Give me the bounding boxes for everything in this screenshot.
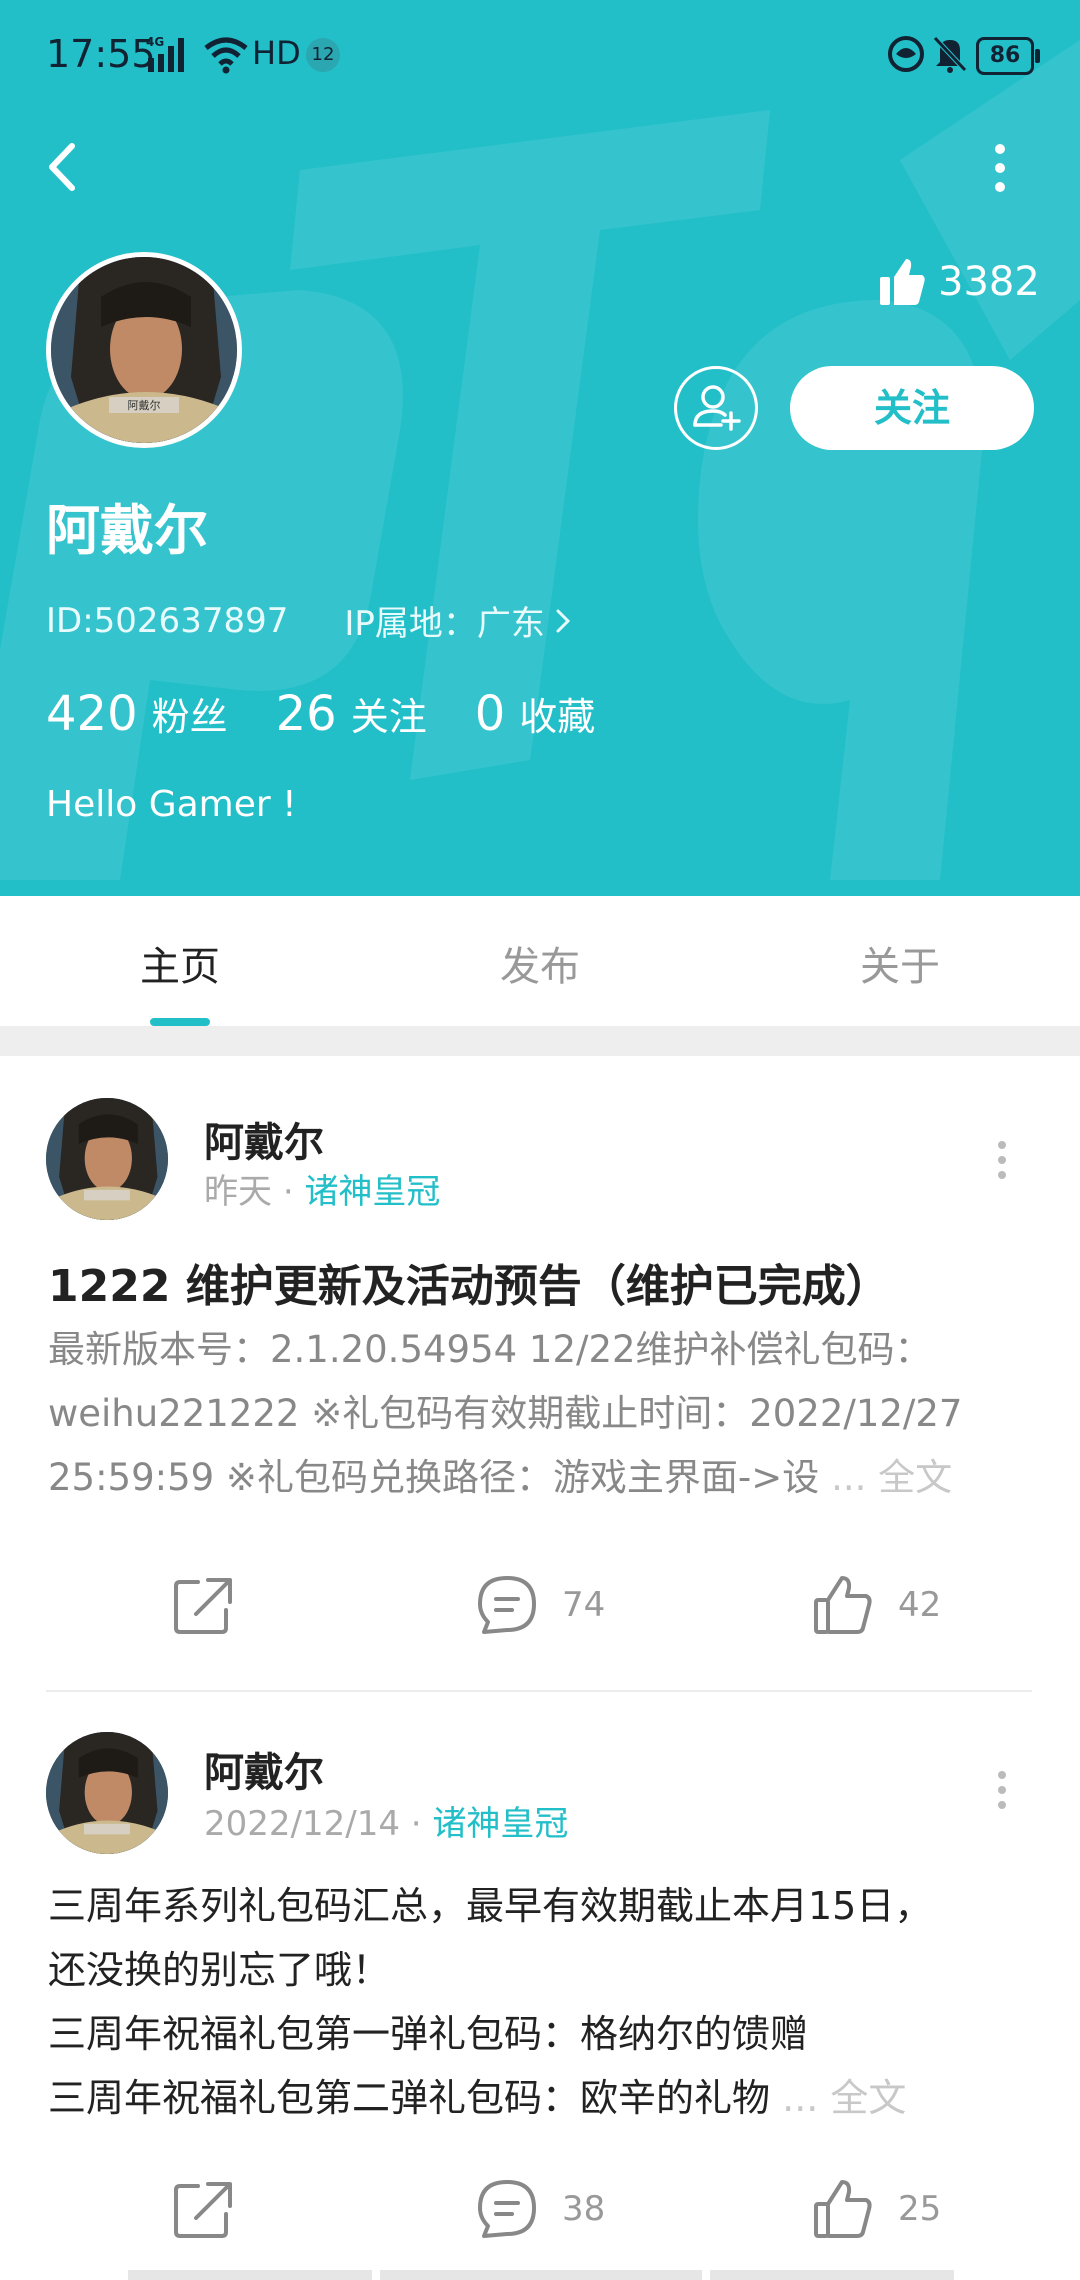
- add-friend-button[interactable]: [674, 366, 758, 450]
- post-actions: 38 25: [0, 2178, 1080, 2248]
- svg-text:4G: 4G: [146, 35, 164, 49]
- post-time: 2022/12/14: [204, 1804, 400, 1844]
- chevron-right-icon: [556, 609, 571, 632]
- like-count: 42: [898, 1585, 942, 1625]
- excerpt-line: 最新版本号：2.1.20.54954 12/22维护补偿礼包码：: [48, 1328, 932, 1371]
- share-button[interactable]: [172, 2178, 234, 2240]
- comment-button[interactable]: 38: [476, 2178, 605, 2240]
- status-bar: 17:55 4G HD 12 86: [0, 0, 1080, 110]
- post-avatar[interactable]: [46, 1098, 168, 1220]
- tab-home[interactable]: 主页: [140, 934, 220, 992]
- tab-active-indicator: [150, 1018, 210, 1026]
- excerpt-line: 25:59:59 ※礼包码兑换路径：游戏主界面->设 ... 全文: [48, 1456, 953, 1499]
- ip-location-link[interactable]: IP属地：广东: [344, 596, 571, 645]
- wifi-icon: [204, 37, 248, 74]
- like-count: 25: [898, 2189, 942, 2229]
- wifi-label: HD: [252, 34, 301, 72]
- post-author[interactable]: 阿戴尔: [204, 1740, 324, 1798]
- excerpt-line: 三周年祝福礼包第二弹礼包码：欧辛的礼物 ... 全文: [48, 2076, 907, 2120]
- status-time: 17:55: [46, 32, 156, 76]
- profile-avatar[interactable]: 阿戴尔: [46, 252, 242, 448]
- bottom-nav-hint: [380, 2270, 702, 2280]
- like-button[interactable]: 42: [812, 1574, 941, 1636]
- more-vertical-icon[interactable]: [996, 1140, 1008, 1180]
- comment-icon: [478, 1576, 536, 1634]
- comment-count: 74: [562, 1585, 606, 1625]
- post-time: 昨天: [204, 1172, 272, 1212]
- more-vertical-icon[interactable]: [988, 142, 1012, 194]
- post-title[interactable]: 1222 维护更新及活动预告（维护已完成）: [48, 1250, 890, 1314]
- post-excerpt[interactable]: 三周年系列礼包码汇总，最早有效期截止本月15日， 还没换的别忘了哦！ 三周年祝福…: [48, 1874, 1038, 2130]
- avatar-portrait-image: [46, 1098, 168, 1220]
- battery-indicator: 86: [976, 37, 1040, 75]
- meta-separator: ·: [410, 1804, 422, 1844]
- profile-stats: 420 粉丝 26 关注 0 收藏: [46, 686, 629, 742]
- thumbs-up-icon: [880, 259, 925, 305]
- post-meta: 昨天 · 诸神皇冠: [204, 1164, 440, 1213]
- share-icon: [174, 1578, 232, 1634]
- comment-icon: [478, 2180, 536, 2238]
- profile-name: 阿戴尔: [46, 499, 208, 562]
- post-topic[interactable]: 诸神皇冠: [432, 1804, 568, 1844]
- profile-id-row: ID:502637897 IP属地：广东: [46, 596, 571, 645]
- share-button[interactable]: [172, 1574, 234, 1636]
- cellular-signal-icon: 4G: [146, 35, 184, 72]
- post-author[interactable]: 阿戴尔: [204, 1110, 324, 1168]
- profile-header: 17:55 4G HD 12 86 阿戴尔 3382 关注 阿戴尔 ID:502…: [0, 0, 1080, 896]
- avatar-portrait-image: 阿戴尔: [51, 257, 237, 443]
- comment-button[interactable]: 74: [476, 1574, 605, 1636]
- thumbs-up-icon: [814, 1576, 872, 1634]
- favorites-label[interactable]: 收藏: [519, 686, 595, 741]
- post-actions: 74 42: [0, 1574, 1080, 1644]
- following-count[interactable]: 26: [276, 686, 337, 742]
- follow-button[interactable]: 关注: [790, 366, 1034, 450]
- user-id: ID:502637897: [46, 600, 289, 641]
- tab-posts[interactable]: 发布: [500, 934, 580, 992]
- post-card[interactable]: 阿戴尔 昨天 · 诸神皇冠 1222 维护更新及活动预告（维护已完成） 最新版本…: [0, 1056, 1080, 1692]
- like-button[interactable]: 25: [812, 2178, 941, 2240]
- more-vertical-icon[interactable]: [996, 1770, 1008, 1810]
- ip-location: IP属地：广东: [344, 604, 545, 644]
- post-meta: 2022/12/14 · 诸神皇冠: [204, 1796, 568, 1845]
- post-avatar[interactable]: [46, 1732, 168, 1854]
- excerpt-line: weihu221222 ※礼包码有效期截止时间：2022/12/27: [48, 1392, 963, 1435]
- post-card[interactable]: 阿戴尔 2022/12/14 · 诸神皇冠 三周年系列礼包码汇总，最早有效期截止…: [0, 1690, 1080, 2280]
- followers-count[interactable]: 420: [46, 686, 138, 742]
- read-more-link[interactable]: ... 全文: [831, 1456, 952, 1499]
- excerpt-line: 三周年系列礼包码汇总，最早有效期截止本月15日，: [48, 1884, 933, 1928]
- favorites-count[interactable]: 0: [475, 686, 506, 742]
- comment-count: 38: [562, 2189, 606, 2229]
- back-arrow-icon[interactable]: [44, 142, 84, 192]
- profile-tabs: 主页 发布 关于: [0, 896, 1080, 1026]
- notification-count-badge: 12: [306, 38, 340, 72]
- likes-count: 3382: [938, 259, 1040, 305]
- add-friend-icon: [693, 385, 741, 431]
- avatar-portrait-image: [46, 1732, 168, 1854]
- svg-text:阿戴尔: 阿戴尔: [128, 398, 161, 412]
- thumbs-up-icon: [814, 2180, 872, 2238]
- tab-about[interactable]: 关于: [860, 934, 940, 992]
- bottom-nav-hint: [710, 2270, 954, 2280]
- mute-icon: [933, 36, 967, 73]
- section-divider: [0, 1026, 1080, 1056]
- excerpt-line: 还没换的别忘了哦！: [48, 1948, 391, 1992]
- profile-bio: Hello Gamer !: [46, 784, 297, 825]
- followers-label[interactable]: 粉丝: [152, 686, 228, 741]
- meta-separator: ·: [282, 1172, 294, 1212]
- profile-likes: 3382: [878, 254, 1040, 310]
- post-excerpt[interactable]: 最新版本号：2.1.20.54954 12/22维护补偿礼包码： weihu22…: [48, 1318, 1038, 1510]
- vpn-icon: [888, 36, 924, 72]
- post-topic[interactable]: 诸神皇冠: [304, 1172, 440, 1212]
- following-label[interactable]: 关注: [351, 686, 427, 741]
- excerpt-line: 三周年祝福礼包第一弹礼包码：格纳尔的馈赠: [48, 2012, 809, 2056]
- read-more-link[interactable]: ... 全文: [782, 2076, 906, 2120]
- share-icon: [174, 2182, 232, 2238]
- bottom-nav-hint: [128, 2270, 372, 2280]
